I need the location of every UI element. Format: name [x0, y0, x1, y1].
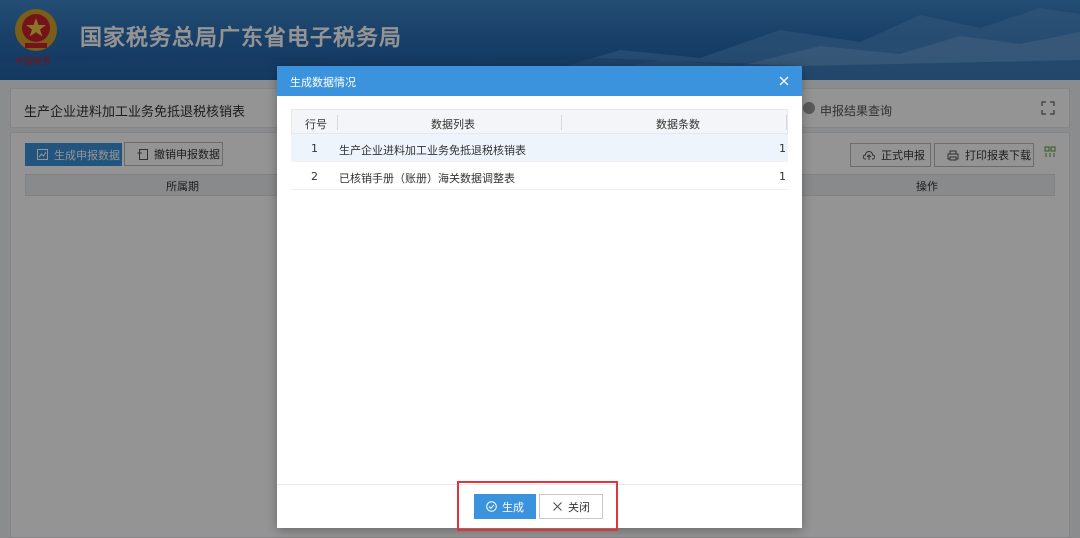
generated-data-table: 行号 数据列表 数据条数 1 生产企业进料加工业务免抵退税核销表 1 2 已核销…	[291, 109, 788, 190]
row-data-count: 1	[779, 142, 786, 155]
dialog-title: 生成数据情况	[290, 76, 356, 89]
highlight-annotation-box	[457, 481, 618, 531]
row-data-name: 生产企业进料加工业务免抵退税核销表	[339, 144, 526, 157]
row-number: 1	[311, 142, 318, 155]
row-data-count: 1	[779, 170, 786, 183]
column-separator	[337, 115, 338, 130]
column-row-number: 行号	[305, 118, 327, 131]
table-header: 行号 数据列表 数据条数	[291, 109, 788, 134]
table-row[interactable]: 2 已核销手册（账册）海关数据调整表 1	[291, 162, 788, 190]
column-data-count: 数据条数	[656, 118, 700, 131]
column-separator	[561, 115, 562, 130]
column-separator	[786, 115, 787, 130]
table-row[interactable]: 1 生产企业进料加工业务免抵退税核销表 1	[291, 134, 788, 162]
row-data-name: 已核销手册（账册）海关数据调整表	[339, 172, 515, 185]
dialog-header: 生成数据情况	[277, 66, 802, 96]
close-icon[interactable]	[777, 74, 791, 88]
row-number: 2	[311, 170, 318, 183]
column-data-list: 数据列表	[431, 118, 475, 131]
generate-data-dialog: 生成数据情况 行号 数据列表 数据条数 1 生产企业进料加工业务免抵退税核销表 …	[277, 66, 802, 528]
